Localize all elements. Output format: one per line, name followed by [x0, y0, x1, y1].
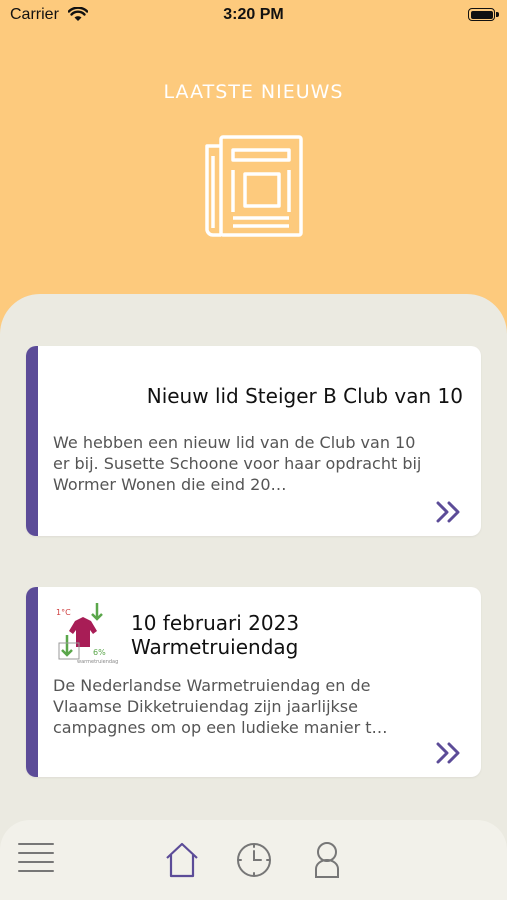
page-title: LAATSTE NIEUWS [163, 81, 344, 103]
newspaper-icon [205, 135, 303, 237]
bottom-tab-bar [0, 820, 507, 900]
menu-icon[interactable] [17, 842, 55, 874]
news-title: Nieuw lid Steiger B Club van 10 [146, 384, 463, 408]
double-chevron-right-icon[interactable] [435, 500, 463, 524]
news-excerpt: De Nederlandse Warmetruiendag en de Vlaa… [53, 676, 388, 737]
clock-time: 3:20 PM [223, 6, 284, 23]
news-title-line2: Warmetruiendag [131, 635, 299, 659]
hero-header: LAATSTE NIEUWS [0, 0, 507, 340]
clock-icon[interactable] [235, 841, 273, 879]
svg-text:6%: 6% [93, 648, 106, 657]
double-chevron-right-icon[interactable] [435, 741, 463, 765]
battery-icon [468, 8, 499, 21]
svg-text:1°C: 1°C [56, 608, 71, 617]
news-card[interactable]: 1°C 6% warmetruiendag 10 februari 2023 W… [26, 587, 481, 777]
news-title: 10 februari 2023 Warmetruiendag [131, 611, 299, 659]
user-icon[interactable] [313, 841, 341, 879]
warmetruiendag-thumbnail: 1°C 6% warmetruiendag [53, 601, 119, 667]
news-excerpt: We hebben een nieuw lid van de Club van … [53, 433, 422, 494]
card-accent-bar [26, 346, 38, 536]
home-icon[interactable] [165, 842, 199, 878]
news-card[interactable]: Nieuw lid Steiger B Club van 10 We hebbe… [26, 346, 481, 536]
status-bar: Carrier 3:20 PM [0, 0, 507, 32]
news-date: 10 februari 2023 [131, 611, 300, 635]
svg-text:warmetruiendag: warmetruiendag [77, 659, 118, 665]
card-accent-bar [26, 587, 38, 777]
